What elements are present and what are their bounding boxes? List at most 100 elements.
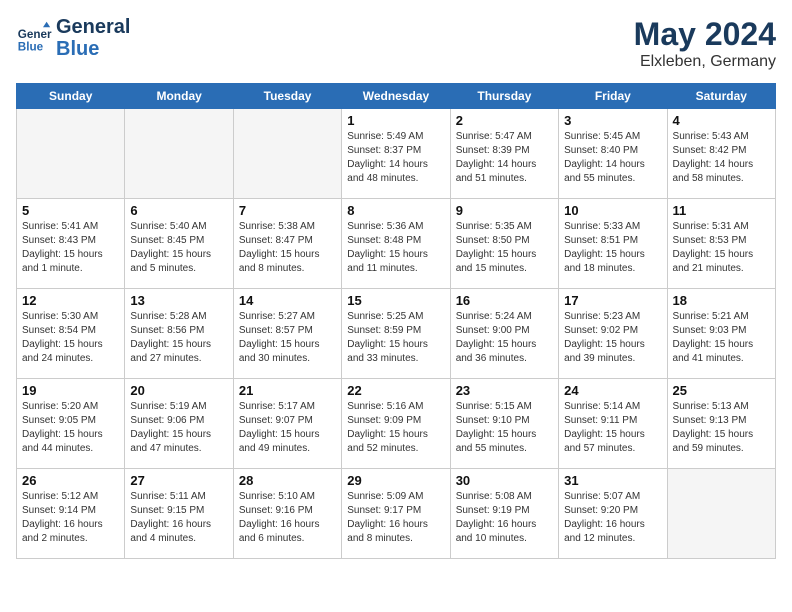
day-info: Sunrise: 5:09 AM Sunset: 9:17 PM Dayligh…	[347, 490, 444, 546]
calendar-cell: 26Sunrise: 5:12 AM Sunset: 9:14 PM Dayli…	[17, 469, 125, 559]
calendar-cell	[125, 109, 233, 199]
day-info: Sunrise: 5:10 AM Sunset: 9:16 PM Dayligh…	[239, 490, 336, 546]
day-number: 11	[673, 203, 770, 218]
calendar-cell: 14 Sunrise: 5:27 AM Sunset: 8:57 PM Dayli…	[233, 289, 341, 379]
day-info: Sunrise: 5:40 AM Sunset: 8:45 PM Dayligh…	[130, 220, 227, 276]
weekday-header-saturday: Saturday	[667, 84, 775, 109]
day-info: Sunrise: 5:13 AM Sunset: 9:13 PM Dayligh…	[673, 400, 770, 456]
day-info: Sunrise: 5:16 AM Sunset: 9:09 PM Dayligh…	[347, 400, 444, 456]
calendar-cell: 3 Sunrise: 5:45 AM Sunset: 8:40 PM Daylig…	[559, 109, 667, 199]
day-info: Sunrise: 5:45 AM Sunset: 8:40 PM Dayligh…	[564, 130, 661, 186]
calendar-cell: 9Sunrise: 5:35 AM Sunset: 8:50 PM Daylig…	[450, 199, 558, 289]
day-number: 16	[456, 293, 553, 308]
day-number: 17	[564, 293, 661, 308]
page-header: General Blue General Blue May 2024 Elxle…	[16, 16, 776, 71]
day-info: Sunrise: 5:31 AM Sunset: 8:53 PM Dayligh…	[673, 220, 770, 276]
calendar-cell: 31Sunrise: 5:07 AM Sunset: 9:20 PM Dayli…	[559, 469, 667, 559]
calendar-cell: 10Sunrise: 5:33 AM Sunset: 8:51 PM Dayli…	[559, 199, 667, 289]
day-info: Sunrise: 5:19 AM Sunset: 9:06 PM Dayligh…	[130, 400, 227, 456]
calendar-cell: 4 Sunrise: 5:43 AM Sunset: 8:42 PM Daylig…	[667, 109, 775, 199]
day-info: Sunrise: 5:23 AM Sunset: 9:02 PM Dayligh…	[564, 310, 661, 366]
day-info: Sunrise: 5:27 AM Sunset: 8:57 PM Dayligh…	[239, 310, 336, 366]
day-number: 4	[673, 113, 770, 128]
day-number: 23	[456, 383, 553, 398]
day-number: 19	[22, 383, 119, 398]
weekday-header-thursday: Thursday	[450, 84, 558, 109]
calendar-cell: 23Sunrise: 5:15 AM Sunset: 9:10 PM Dayli…	[450, 379, 558, 469]
calendar-table: SundayMondayTuesdayWednesdayThursdayFrid…	[16, 83, 776, 559]
day-info: Sunrise: 5:35 AM Sunset: 8:50 PM Dayligh…	[456, 220, 553, 276]
day-number: 12	[22, 293, 119, 308]
day-number: 14	[239, 293, 336, 308]
day-info: Sunrise: 5:12 AM Sunset: 9:14 PM Dayligh…	[22, 490, 119, 546]
calendar-week-row: 1Sunrise: 5:49 AM Sunset: 8:37 PM Daylig…	[17, 109, 776, 199]
calendar-cell: 20Sunrise: 5:19 AM Sunset: 9:06 PM Dayli…	[125, 379, 233, 469]
calendar-cell: 27 Sunrise: 5:11 AM Sunset: 9:15 PM Dayli…	[125, 469, 233, 559]
logo-text: General Blue	[56, 16, 130, 60]
calendar-cell: 21 Sunrise: 5:17 AM Sunset: 9:07 PM Dayli…	[233, 379, 341, 469]
svg-text:Blue: Blue	[18, 41, 44, 54]
calendar-cell: 7Sunrise: 5:38 AM Sunset: 8:47 PM Daylig…	[233, 199, 341, 289]
calendar-cell	[233, 109, 341, 199]
day-info: Sunrise: 5:08 AM Sunset: 9:19 PM Dayligh…	[456, 490, 553, 546]
day-info: Sunrise: 5:24 AM Sunset: 9:00 PM Dayligh…	[456, 310, 553, 366]
weekday-header-wednesday: Wednesday	[342, 84, 450, 109]
calendar-cell: 18Sunrise: 5:21 AM Sunset: 9:03 PM Dayli…	[667, 289, 775, 379]
calendar-cell: 13 Sunrise: 5:28 AM Sunset: 8:56 PM Dayli…	[125, 289, 233, 379]
location: Elxleben, Germany	[634, 53, 776, 71]
weekday-header-monday: Monday	[125, 84, 233, 109]
calendar-week-row: 12 Sunrise: 5:30 AM Sunset: 8:54 PM Dayli…	[17, 289, 776, 379]
weekday-header-sunday: Sunday	[17, 84, 125, 109]
weekday-header-row: SundayMondayTuesdayWednesdayThursdayFrid…	[17, 84, 776, 109]
day-number: 1	[347, 113, 444, 128]
title-block: May 2024 Elxleben, Germany	[634, 16, 776, 71]
calendar-cell	[17, 109, 125, 199]
day-info: Sunrise: 5:47 AM Sunset: 8:39 PM Dayligh…	[456, 130, 553, 186]
day-number: 8	[347, 203, 444, 218]
day-info: Sunrise: 5:38 AM Sunset: 8:47 PM Dayligh…	[239, 220, 336, 276]
calendar-cell: 28Sunrise: 5:10 AM Sunset: 9:16 PM Dayli…	[233, 469, 341, 559]
day-number: 24	[564, 383, 661, 398]
day-info: Sunrise: 5:21 AM Sunset: 9:03 PM Dayligh…	[673, 310, 770, 366]
day-number: 21	[239, 383, 336, 398]
day-number: 6	[130, 203, 227, 218]
day-info: Sunrise: 5:41 AM Sunset: 8:43 PM Dayligh…	[22, 220, 119, 276]
day-number: 22	[347, 383, 444, 398]
day-info: Sunrise: 5:33 AM Sunset: 8:51 PM Dayligh…	[564, 220, 661, 276]
calendar-cell: 25 Sunrise: 5:13 AM Sunset: 9:13 PM Dayli…	[667, 379, 775, 469]
weekday-header-friday: Friday	[559, 84, 667, 109]
day-info: Sunrise: 5:20 AM Sunset: 9:05 PM Dayligh…	[22, 400, 119, 456]
day-info: Sunrise: 5:43 AM Sunset: 8:42 PM Dayligh…	[673, 130, 770, 186]
day-info: Sunrise: 5:25 AM Sunset: 8:59 PM Dayligh…	[347, 310, 444, 366]
calendar-cell	[667, 469, 775, 559]
day-info: Sunrise: 5:11 AM Sunset: 9:15 PM Dayligh…	[130, 490, 227, 546]
calendar-cell: 5Sunrise: 5:41 AM Sunset: 8:43 PM Daylig…	[17, 199, 125, 289]
day-number: 13	[130, 293, 227, 308]
day-number: 2	[456, 113, 553, 128]
day-info: Sunrise: 5:17 AM Sunset: 9:07 PM Dayligh…	[239, 400, 336, 456]
calendar-cell: 30 Sunrise: 5:08 AM Sunset: 9:19 PM Dayli…	[450, 469, 558, 559]
calendar-cell: 1Sunrise: 5:49 AM Sunset: 8:37 PM Daylig…	[342, 109, 450, 199]
day-number: 27	[130, 473, 227, 488]
day-number: 30	[456, 473, 553, 488]
calendar-cell: 22 Sunrise: 5:16 AM Sunset: 9:09 PM Dayli…	[342, 379, 450, 469]
calendar-cell: 19 Sunrise: 5:20 AM Sunset: 9:05 PM Dayli…	[17, 379, 125, 469]
day-info: Sunrise: 5:14 AM Sunset: 9:11 PM Dayligh…	[564, 400, 661, 456]
calendar-cell: 16 Sunrise: 5:24 AM Sunset: 9:00 PM Dayli…	[450, 289, 558, 379]
day-number: 3	[564, 113, 661, 128]
svg-text:General: General	[18, 28, 52, 41]
calendar-cell: 17 Sunrise: 5:23 AM Sunset: 9:02 PM Dayli…	[559, 289, 667, 379]
calendar-cell: 6 Sunrise: 5:40 AM Sunset: 8:45 PM Daylig…	[125, 199, 233, 289]
day-number: 31	[564, 473, 661, 488]
calendar-cell: 24 Sunrise: 5:14 AM Sunset: 9:11 PM Dayli…	[559, 379, 667, 469]
day-number: 15	[347, 293, 444, 308]
calendar-week-row: 5Sunrise: 5:41 AM Sunset: 8:43 PM Daylig…	[17, 199, 776, 289]
day-number: 29	[347, 473, 444, 488]
logo-icon: General Blue	[16, 20, 52, 56]
day-info: Sunrise: 5:30 AM Sunset: 8:54 PM Dayligh…	[22, 310, 119, 366]
day-info: Sunrise: 5:28 AM Sunset: 8:56 PM Dayligh…	[130, 310, 227, 366]
calendar-cell: 11 Sunrise: 5:31 AM Sunset: 8:53 PM Dayli…	[667, 199, 775, 289]
day-info: Sunrise: 5:36 AM Sunset: 8:48 PM Dayligh…	[347, 220, 444, 276]
logo: General Blue General Blue	[16, 16, 130, 60]
day-number: 25	[673, 383, 770, 398]
